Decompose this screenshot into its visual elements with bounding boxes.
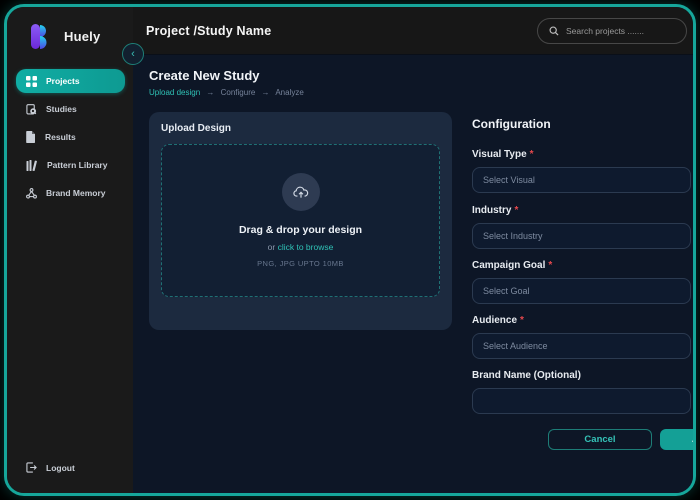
audience-label: Audience* (472, 315, 524, 326)
select-placeholder: Select Audience (483, 341, 548, 351)
file-format-hint: PNG, JPG UPTO 10MB (257, 259, 344, 268)
visual-type-select[interactable]: Select Visual (472, 167, 691, 193)
page-header-title: Project /Study Name (146, 24, 271, 38)
logout-button[interactable]: Logout (26, 462, 75, 473)
or-text: or (268, 242, 276, 252)
breadcrumb-step-configure[interactable]: Configure (221, 88, 256, 97)
sidebar-item-results[interactable]: Results (16, 125, 125, 149)
search-box[interactable] (537, 18, 687, 44)
document-icon (26, 131, 36, 143)
visual-type-label: Visual Type* (472, 149, 534, 160)
configuration-panel: Configuration Visual Type* Select Visual… (472, 117, 693, 493)
sidebar-item-pattern-library[interactable]: Pattern Library (16, 153, 125, 177)
dropzone-subtitle: or click to browse (268, 242, 334, 252)
sidebar-item-brand-memory[interactable]: Brand Memory (16, 181, 125, 205)
sidebar-item-label: Pattern Library (47, 160, 107, 170)
top-header: Project /Study Name (133, 7, 693, 55)
chevron-left-icon: ‹ (131, 48, 135, 60)
configuration-title: Configuration (472, 117, 551, 131)
audience-select[interactable]: Select Audience (472, 333, 691, 359)
logout-label: Logout (46, 463, 75, 473)
brand-logo: Huely (29, 23, 100, 50)
brand-name-input[interactable] (472, 388, 691, 414)
browse-link[interactable]: click to browse (278, 242, 334, 252)
upload-dropzone[interactable]: Drag & drop your design or click to brow… (161, 144, 440, 297)
industry-select[interactable]: Select Industry (472, 223, 691, 249)
sidebar-item-label: Projects (46, 76, 80, 86)
form-actions: Cancel Analyze (472, 429, 693, 451)
upload-circle (282, 173, 320, 211)
network-icon (26, 188, 37, 199)
breadcrumb-step-analyze[interactable]: Analyze (275, 88, 303, 97)
logout-icon (26, 462, 37, 473)
breadcrumb-separator: → (206, 88, 214, 97)
select-placeholder: Select Visual (483, 175, 535, 185)
sidebar-item-label: Studies (46, 104, 77, 114)
field-label-text: Brand Name (Optional) (472, 370, 581, 381)
sidebar-item-projects[interactable]: Projects (16, 69, 125, 93)
library-books-icon (26, 160, 38, 171)
grid-icon (26, 76, 37, 87)
select-placeholder: Select Industry (483, 231, 543, 241)
required-asterisk: * (520, 315, 524, 326)
sidebar-item-studies[interactable]: Studies (16, 97, 125, 121)
field-label-text: Audience (472, 315, 517, 326)
sidebar: Huely Projects (7, 7, 133, 493)
upload-design-card: Upload Design Drag & drop your design or… (149, 112, 452, 330)
study-search-icon (26, 104, 37, 115)
campaign-goal-label: Campaign Goal* (472, 260, 552, 271)
cancel-button[interactable]: Cancel (548, 429, 652, 450)
dropzone-title: Drag & drop your design (239, 224, 362, 236)
page-title: Create New Study (149, 68, 260, 83)
sidebar-nav: Projects Studies (16, 69, 125, 209)
brand-name-label: Brand Name (Optional) (472, 370, 581, 381)
field-label-text: Visual Type (472, 149, 527, 160)
field-label-text: Industry (472, 205, 511, 216)
select-placeholder: Select Goal (483, 286, 530, 296)
cloud-upload-icon (293, 186, 309, 199)
sidebar-item-label: Brand Memory (46, 188, 106, 198)
field-label-text: Campaign Goal (472, 260, 545, 271)
app-window: Huely Projects (4, 4, 696, 496)
breadcrumb-step-upload[interactable]: Upload design (149, 88, 200, 97)
industry-label: Industry* (472, 205, 518, 216)
upload-card-title: Upload Design (161, 123, 440, 134)
huely-logo-icon (29, 23, 55, 50)
breadcrumb-separator: → (262, 88, 270, 97)
required-asterisk: * (548, 260, 552, 271)
sidebar-item-label: Results (45, 132, 76, 142)
sidebar-collapse-button[interactable]: ‹ (122, 43, 144, 65)
main-content: Create New Study Upload design → Configu… (133, 55, 693, 493)
campaign-goal-select[interactable]: Select Goal (472, 278, 691, 304)
brand-name: Huely (64, 29, 100, 44)
analyze-button[interactable]: Analyze (660, 429, 696, 450)
search-input[interactable] (566, 26, 675, 36)
search-icon (549, 26, 559, 36)
breadcrumb: Upload design → Configure → Analyze (149, 88, 304, 97)
required-asterisk: * (530, 149, 534, 160)
required-asterisk: * (514, 205, 518, 216)
